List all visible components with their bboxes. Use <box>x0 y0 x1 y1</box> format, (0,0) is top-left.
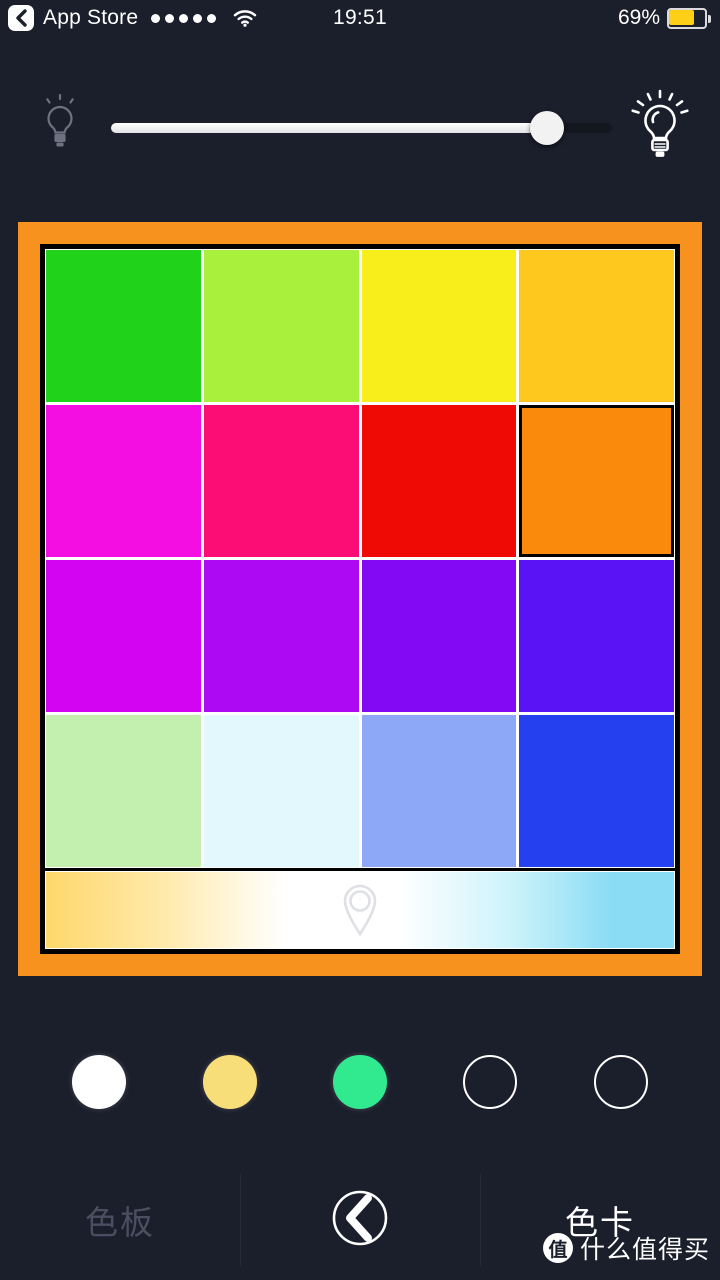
tab-back-button[interactable] <box>240 1160 480 1280</box>
color-palette-card <box>18 222 702 976</box>
watermark-text: 什么值得买 <box>579 1236 710 1264</box>
preset-empty-2[interactable] <box>593 1055 648 1109</box>
tab-palette[interactable]: 色板 <box>0 1160 240 1280</box>
lightbulb-bright-icon <box>628 88 692 173</box>
battery-percent-label: 69% <box>617 6 660 29</box>
watermark: 值 什么值得买 <box>542 1230 710 1266</box>
slider-thumb[interactable] <box>529 111 564 145</box>
swatch-violet-magenta[interactable] <box>46 560 201 712</box>
watermark-logo: 值 <box>542 1233 573 1263</box>
preset-yellow[interactable] <box>202 1055 257 1109</box>
brightness-slider[interactable] <box>111 108 612 148</box>
slider-fill <box>111 123 552 133</box>
swatch-pale-cyan[interactable] <box>203 715 359 867</box>
tab-colorcard[interactable]: 色卡 值 什么值得买 <box>480 1160 720 1280</box>
status-bar-clock: 19:51 <box>332 6 388 29</box>
swatch-pink[interactable] <box>203 405 359 557</box>
map-pin-icon[interactable] <box>337 878 383 941</box>
swatch-periwinkle[interactable] <box>361 715 517 867</box>
preset-green[interactable] <box>332 1055 387 1109</box>
swatch-blue-violet[interactable] <box>519 560 674 712</box>
swatch-gold[interactable] <box>519 250 674 402</box>
preset-white[interactable] <box>72 1055 127 1109</box>
bottom-tab-bar: 色板 色卡 值 什么值得买 <box>0 1160 720 1280</box>
swatch-magenta[interactable] <box>46 405 201 557</box>
brightness-control-row <box>0 86 720 170</box>
swatch-purple[interactable] <box>203 560 359 712</box>
status-bar: App Store 19:51 69% <box>0 0 720 36</box>
swatch-blue[interactable] <box>519 715 674 867</box>
lightbulb-dim-icon <box>36 93 84 160</box>
swatch-yellow-green[interactable] <box>203 250 359 402</box>
swatch-red[interactable] <box>361 405 517 557</box>
swatch-pale-green[interactable] <box>46 715 201 867</box>
color-swatch-grid <box>45 249 675 868</box>
preset-color-row <box>0 1040 720 1124</box>
circle-chevron-left-icon <box>327 1185 393 1256</box>
tab-palette-label: 色板 <box>85 1204 155 1241</box>
swatch-yellow[interactable] <box>361 250 517 402</box>
app-root: App Store 19:51 69% 色板 色卡 值 什么值得买 <box>0 0 720 1280</box>
palette-inner-frame <box>40 244 680 954</box>
warm-cool-gradient-strip[interactable] <box>45 871 675 949</box>
status-bar-right: 69% <box>618 0 711 36</box>
swatch-orange[interactable] <box>519 405 674 557</box>
preset-empty-1[interactable] <box>463 1055 518 1109</box>
swatch-green[interactable] <box>46 250 201 402</box>
swatch-violet[interactable] <box>361 560 517 712</box>
battery-icon <box>667 7 711 29</box>
